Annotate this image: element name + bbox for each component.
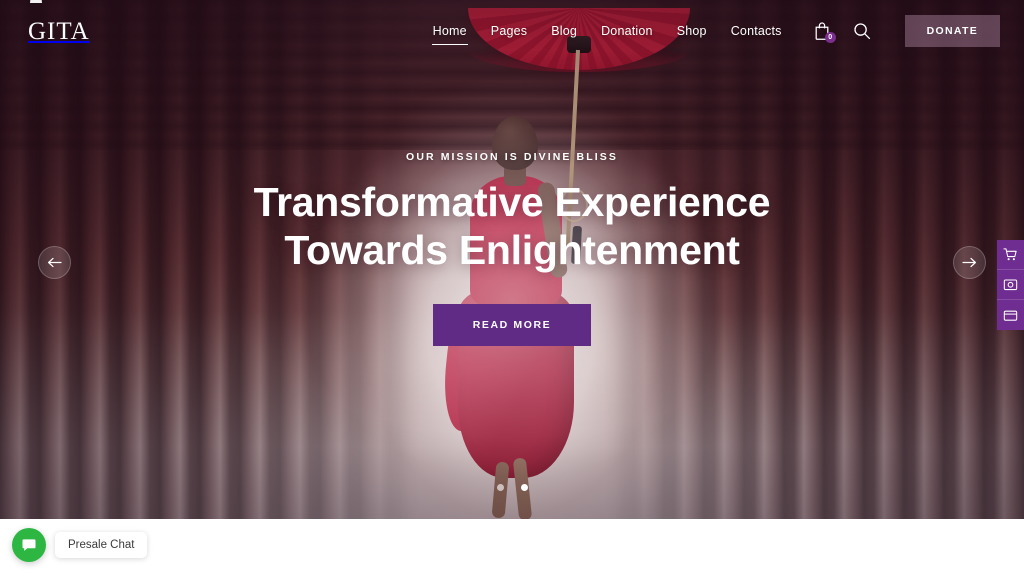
hero-title-line-2: Towards Enlightenment: [284, 226, 740, 273]
site-logo-text: GITA: [28, 17, 90, 45]
cart-badge-count: 0: [824, 32, 836, 43]
read-more-button[interactable]: READ MORE: [432, 304, 592, 347]
image-gallery-icon[interactable]: [997, 270, 1024, 300]
nav-item-donation[interactable]: Donation: [600, 20, 654, 42]
header-tools: 0 DONATE: [811, 15, 1000, 47]
nav-item-shop[interactable]: Shop: [676, 20, 708, 42]
search-icon[interactable]: [851, 20, 873, 42]
browser-window-icon[interactable]: [997, 300, 1024, 330]
site-header: GITA Home Pages Blog Donation Shop Conta…: [0, 0, 1024, 62]
main-navigation: Home Pages Blog Donation Shop Contacts: [431, 20, 783, 45]
shopping-cart-icon[interactable]: [997, 240, 1024, 270]
donate-button[interactable]: DONATE: [904, 15, 1000, 47]
chat-label[interactable]: Presale Chat: [55, 532, 148, 558]
shopping-bag-icon[interactable]: 0: [811, 20, 836, 43]
side-panel: [997, 240, 1024, 330]
slider-dot-1[interactable]: [496, 484, 504, 491]
slider-dot-2[interactable]: [520, 484, 528, 491]
hero-eyebrow: OUR MISSION IS DIVINE BLISS: [406, 150, 618, 163]
hero-slider: GITA Home Pages Blog Donation Shop Conta…: [0, 0, 1024, 519]
slider-pagination: [0, 484, 1024, 491]
nav-item-blog[interactable]: Blog: [550, 20, 578, 42]
nav-item-pages[interactable]: Pages: [490, 20, 528, 42]
nav-item-home[interactable]: Home: [431, 20, 468, 45]
page-root: GITA Home Pages Blog Donation Shop Conta…: [0, 0, 1024, 581]
hero-title-line-1: Transformative Experience: [253, 178, 771, 225]
nav-item-contacts[interactable]: Contacts: [730, 20, 783, 42]
hero-content: OUR MISSION IS DIVINE BLISS Transformati…: [0, 0, 1024, 519]
chat-bubble-icon[interactable]: [12, 528, 46, 562]
hero-title: Transformative Experience Towards Enligh…: [254, 179, 771, 274]
arrow-right-icon[interactable]: [953, 246, 986, 279]
arrow-left-icon[interactable]: [38, 246, 71, 279]
chat-widget: Presale Chat: [12, 528, 148, 562]
site-logo[interactable]: GITA: [28, 0, 90, 45]
